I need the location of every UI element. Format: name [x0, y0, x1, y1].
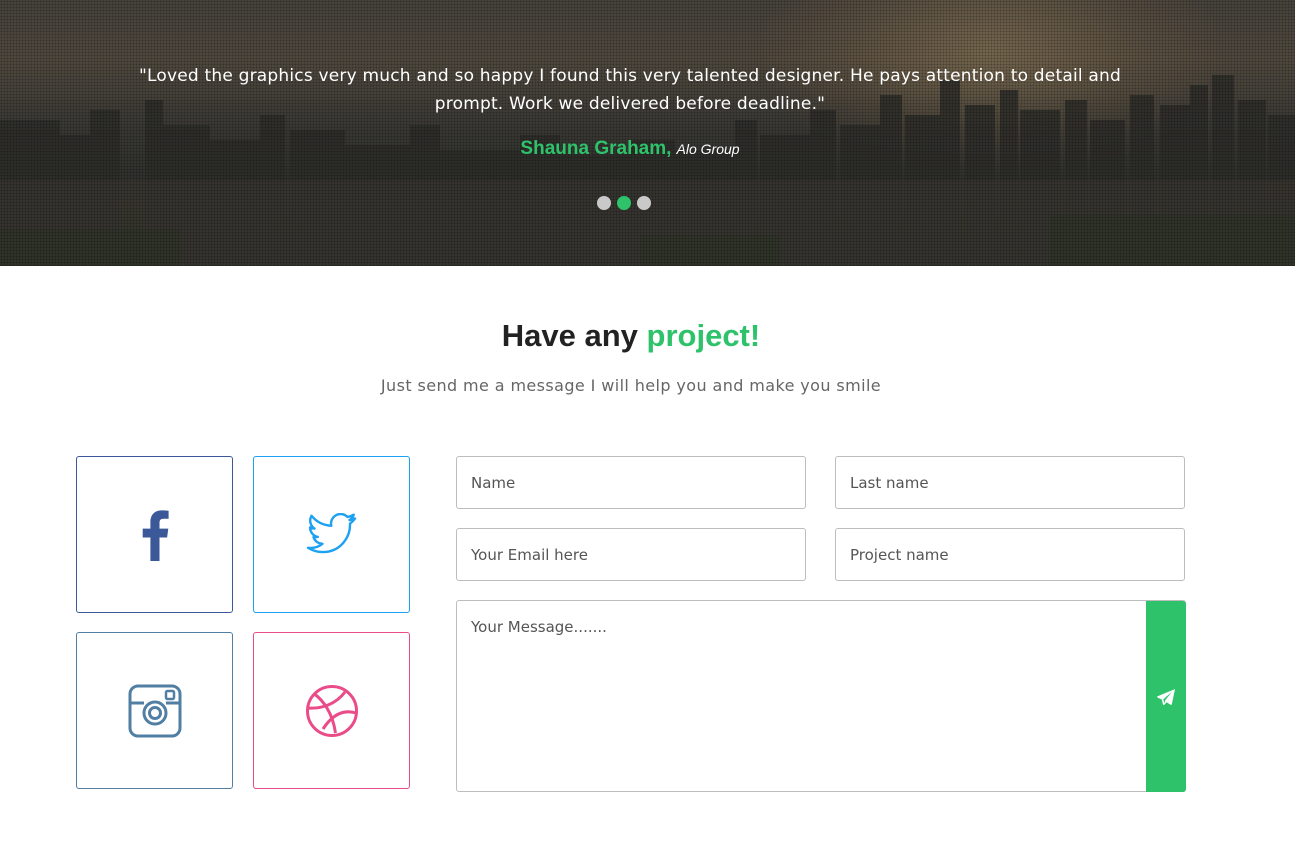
dribbble-button[interactable]: [253, 632, 410, 789]
instagram-button[interactable]: [76, 632, 233, 789]
twitter-button[interactable]: [253, 456, 410, 613]
instagram-icon: [128, 684, 181, 737]
heading-prefix: Have any: [501, 318, 638, 353]
dotted-overlay: [0, 0, 1295, 266]
author-name: Shauna Graham,: [520, 138, 672, 159]
carousel-dots: [597, 196, 651, 210]
dribbble-icon: [305, 684, 358, 737]
message-field[interactable]: [456, 600, 1186, 792]
testimonial-banner: "Loved the graphics very much and so hap…: [0, 0, 1295, 266]
last-name-field[interactable]: [835, 456, 1185, 509]
twitter-icon: [306, 512, 356, 553]
facebook-button[interactable]: [76, 456, 233, 613]
heading-accent: project!: [646, 318, 761, 353]
email-field[interactable]: [456, 528, 806, 581]
carousel-dot-2-active[interactable]: [617, 196, 631, 210]
carousel-dot-3[interactable]: [637, 196, 651, 210]
facebook-icon: [142, 509, 169, 561]
testimonial-author: Shauna Graham, Alo Group: [0, 138, 1260, 160]
name-field[interactable]: [456, 456, 806, 509]
project-name-field[interactable]: [835, 528, 1185, 581]
author-company: Alo Group: [676, 141, 740, 157]
testimonial-quote: "Loved the graphics very much and so hap…: [139, 66, 1121, 114]
contact-heading: Have any project!: [0, 318, 1262, 354]
paper-plane-icon: [1157, 688, 1175, 705]
carousel-dot-1[interactable]: [597, 196, 611, 210]
send-button[interactable]: [1146, 601, 1186, 792]
contact-subheading: Just send me a message I will help you a…: [380, 376, 882, 395]
